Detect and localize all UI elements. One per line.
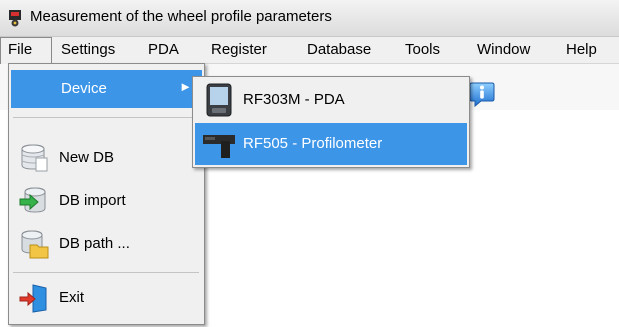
wheel-gauge-icon <box>9 10 21 27</box>
device-submenu: RF303M - PDA RF505 - Profilometer <box>192 76 470 168</box>
menu-item-new-db[interactable]: New DB <box>11 138 202 178</box>
menu-database[interactable]: Database <box>307 41 371 58</box>
submenu-item-rf505-profilometer-label: RF505 - Profilometer <box>243 135 383 152</box>
info-icon[interactable] <box>468 80 496 108</box>
exit-door-icon <box>19 284 47 313</box>
menu-item-db-import-label: DB import <box>59 192 126 209</box>
submenu-item-rf303m-pda[interactable]: RF303M - PDA <box>195 79 467 121</box>
title-bar: Measurement of the wheel profile paramet… <box>0 0 619 37</box>
menu-item-db-import[interactable]: DB import <box>11 181 202 221</box>
pda-device-icon <box>206 83 232 117</box>
menu-separator <box>13 117 199 118</box>
menu-separator <box>13 272 199 273</box>
submenu-item-rf505-profilometer[interactable]: RF505 - Profilometer <box>195 123 467 165</box>
profilometer-icon <box>203 135 235 158</box>
window-title: Measurement of the wheel profile paramet… <box>30 8 332 25</box>
menu-item-device[interactable]: Device ► <box>11 70 202 108</box>
new-database-icon <box>21 144 48 172</box>
menu-item-exit[interactable]: Exit <box>11 278 202 318</box>
menu-item-device-label: Device <box>61 80 107 97</box>
chevron-right-icon: ► <box>179 79 192 94</box>
menu-item-db-path[interactable]: DB path ... <box>11 224 202 264</box>
menu-tools[interactable]: Tools <box>405 41 440 58</box>
menu-pda[interactable]: PDA <box>148 41 179 58</box>
menu-window[interactable]: Window <box>477 41 530 58</box>
menu-item-new-db-label: New DB <box>59 149 115 166</box>
menu-help[interactable]: Help <box>566 41 597 58</box>
menu-register[interactable]: Register <box>211 41 267 58</box>
submenu-item-rf303m-pda-label: RF303M - PDA <box>243 91 345 108</box>
menu-file[interactable]: File <box>8 41 32 58</box>
menu-settings[interactable]: Settings <box>61 41 115 58</box>
file-menu: Device ► New DB DB import DB path ... Ex… <box>8 63 205 325</box>
menu-item-db-path-label: DB path ... <box>59 235 130 252</box>
import-database-icon <box>19 187 46 213</box>
database-folder-icon <box>21 230 49 259</box>
menu-item-exit-label: Exit <box>59 289 85 306</box>
